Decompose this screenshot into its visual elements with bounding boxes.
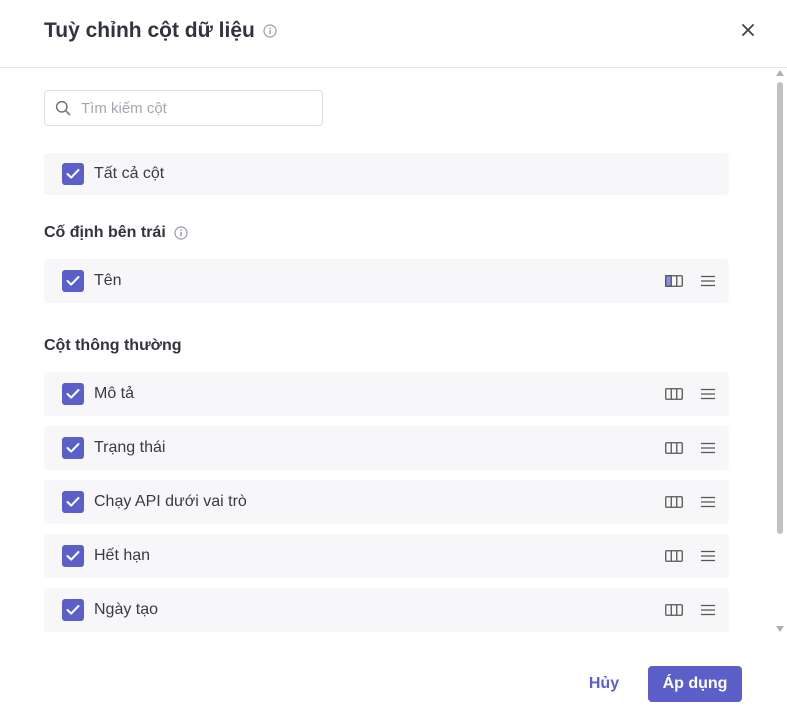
- search-input[interactable]: [79, 98, 309, 118]
- column-label: Mô tả: [94, 385, 135, 402]
- column-row-het-han[interactable]: Hết hạn: [44, 534, 729, 578]
- dialog-title-wrap: Tuỳ chỉnh cột dữ liệu: [44, 16, 277, 46]
- check-icon: [66, 551, 80, 561]
- column-label: Tên: [94, 272, 122, 289]
- column-checkbox[interactable]: [62, 599, 84, 621]
- search-box[interactable]: [44, 90, 323, 126]
- column-row-chay-api[interactable]: Chạy API dưới vai trò: [44, 480, 729, 524]
- pin-column-icon[interactable]: [665, 550, 683, 562]
- section-pinned-left-title: Cố định bên trái: [44, 224, 188, 242]
- pin-column-icon[interactable]: [665, 388, 683, 400]
- all-columns-label: Tất cả cột: [94, 165, 165, 182]
- all-columns-row[interactable]: Tất cả cột: [44, 153, 729, 195]
- section-title-text: Cố định bên trái: [44, 224, 166, 241]
- column-checkbox[interactable]: [62, 545, 84, 567]
- column-checkbox[interactable]: [62, 270, 84, 292]
- section-normal-title: Cột thông thường: [44, 337, 182, 355]
- row-actions: [665, 372, 715, 416]
- apply-button[interactable]: Áp dụng: [648, 666, 742, 702]
- pin-column-icon[interactable]: [665, 496, 683, 508]
- column-row-ten[interactable]: Tên: [44, 259, 729, 303]
- cancel-button[interactable]: Hủy: [574, 666, 634, 702]
- row-actions: [665, 259, 715, 303]
- check-icon: [66, 169, 80, 179]
- column-row-mo-ta[interactable]: Mô tả: [44, 372, 729, 416]
- check-icon: [66, 389, 80, 399]
- scrollbar[interactable]: [774, 70, 786, 638]
- drag-handle-icon[interactable]: [701, 604, 715, 616]
- column-row-ngay-tao[interactable]: Ngày tạo: [44, 588, 729, 632]
- info-icon[interactable]: [263, 24, 277, 38]
- column-row-trang-thai[interactable]: Trạng thái: [44, 426, 729, 470]
- row-actions: [665, 588, 715, 632]
- row-actions: [665, 426, 715, 470]
- close-icon[interactable]: [736, 18, 760, 42]
- drag-handle-icon[interactable]: [701, 275, 715, 287]
- pin-column-icon[interactable]: [665, 604, 683, 616]
- section-title-text: Cột thông thường: [44, 337, 182, 354]
- row-actions: [665, 480, 715, 524]
- scroll-up-arrow-icon[interactable]: [776, 70, 784, 76]
- scroll-down-arrow-icon[interactable]: [776, 626, 784, 632]
- column-label: Ngày tạo: [94, 601, 159, 618]
- drag-handle-icon[interactable]: [701, 388, 715, 400]
- column-checkbox[interactable]: [62, 437, 84, 459]
- info-icon[interactable]: [174, 226, 188, 240]
- check-icon: [66, 497, 80, 507]
- check-icon: [66, 276, 80, 286]
- row-actions: [665, 534, 715, 578]
- check-icon: [66, 443, 80, 453]
- check-icon: [66, 605, 80, 615]
- dialog-title: Tuỳ chỉnh cột dữ liệu: [44, 19, 255, 42]
- drag-handle-icon[interactable]: [701, 496, 715, 508]
- search-icon: [55, 100, 71, 116]
- column-label: Hết hạn: [94, 547, 151, 564]
- column-label: Chạy API dưới vai trò: [94, 493, 247, 510]
- dialog-header: Tuỳ chỉnh cột dữ liệu: [0, 0, 787, 68]
- column-checkbox[interactable]: [62, 383, 84, 405]
- drag-handle-icon[interactable]: [701, 550, 715, 562]
- column-checkbox[interactable]: [62, 491, 84, 513]
- scrollbar-thumb[interactable]: [777, 82, 783, 534]
- column-label: Trạng thái: [94, 439, 166, 456]
- drag-handle-icon[interactable]: [701, 442, 715, 454]
- pin-column-icon[interactable]: [665, 442, 683, 454]
- pinned-column-icon[interactable]: [665, 275, 683, 287]
- all-columns-checkbox[interactable]: [62, 163, 84, 185]
